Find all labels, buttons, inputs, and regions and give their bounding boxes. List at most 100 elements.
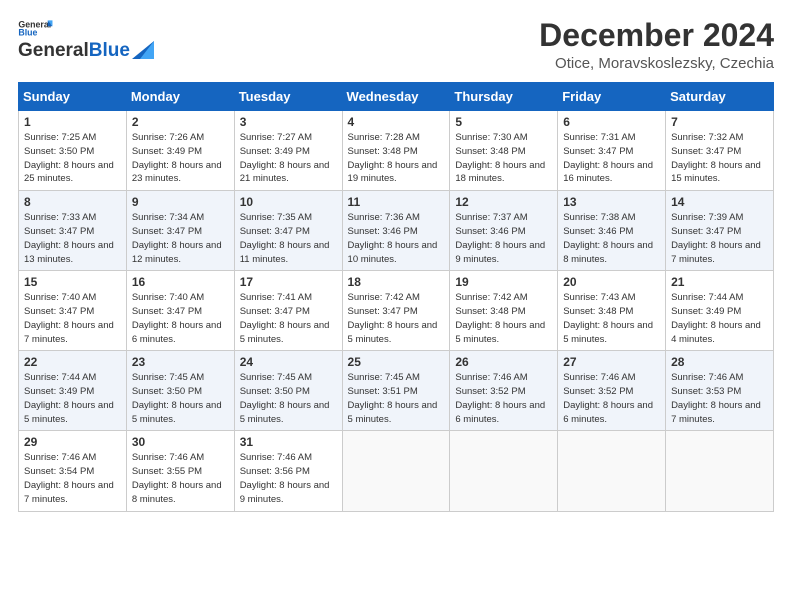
calendar-week-row: 29 Sunrise: 7:46 AMSunset: 3:54 PMDayligh… <box>19 431 774 511</box>
day-number: 26 <box>455 355 552 369</box>
cell-info: Sunrise: 7:44 AMSunset: 3:49 PMDaylight:… <box>671 291 768 346</box>
calendar-cell: 29 Sunrise: 7:46 AMSunset: 3:54 PMDayligh… <box>19 431 127 511</box>
day-number: 10 <box>240 195 337 209</box>
calendar-cell: 13 Sunrise: 7:38 AMSunset: 3:46 PMDayligh… <box>558 191 666 271</box>
calendar-week-row: 15 Sunrise: 7:40 AMSunset: 3:47 PMDayligh… <box>19 271 774 351</box>
calendar-cell: 30 Sunrise: 7:46 AMSunset: 3:55 PMDayligh… <box>126 431 234 511</box>
calendar-cell: 8 Sunrise: 7:33 AMSunset: 3:47 PMDaylight… <box>19 191 127 271</box>
calendar-cell: 7 Sunrise: 7:32 AMSunset: 3:47 PMDaylight… <box>666 111 774 191</box>
logo: General Blue General Blue <box>18 18 154 62</box>
cell-info: Sunrise: 7:43 AMSunset: 3:48 PMDaylight:… <box>563 291 660 346</box>
calendar-cell: 25Sunrise: 7:45 AMSunset: 3:51 PMDayligh… <box>342 351 450 431</box>
cell-info: Sunrise: 7:40 AMSunset: 3:47 PMDaylight:… <box>24 291 121 346</box>
calendar-cell: 28Sunrise: 7:46 AMSunset: 3:53 PMDayligh… <box>666 351 774 431</box>
cell-info: Sunrise: 7:30 AMSunset: 3:48 PMDaylight:… <box>455 131 552 186</box>
svg-text:Blue: Blue <box>18 28 37 38</box>
title-block: December 2024 Otice, Moravskoslezsky, Cz… <box>539 18 774 72</box>
cell-info: Sunrise: 7:42 AMSunset: 3:47 PMDaylight:… <box>348 291 445 346</box>
day-number: 31 <box>240 435 337 449</box>
calendar-cell: 3 Sunrise: 7:27 AMSunset: 3:49 PMDaylight… <box>234 111 342 191</box>
logo-blue: Blue <box>89 40 130 62</box>
calendar-cell: 1Sunrise: 7:25 AMSunset: 3:50 PMDaylight… <box>19 111 127 191</box>
day-number: 22 <box>24 355 121 369</box>
day-of-week-header: Wednesday <box>342 83 450 111</box>
cell-info: Sunrise: 7:32 AMSunset: 3:47 PMDaylight:… <box>671 131 768 186</box>
calendar-cell <box>666 431 774 511</box>
calendar-cell: 6 Sunrise: 7:31 AMSunset: 3:47 PMDaylight… <box>558 111 666 191</box>
day-number: 30 <box>132 435 229 449</box>
cell-info: Sunrise: 7:35 AMSunset: 3:47 PMDaylight:… <box>240 211 337 266</box>
day-of-week-header: Tuesday <box>234 83 342 111</box>
cell-info: Sunrise: 7:46 AMSunset: 3:54 PMDaylight:… <box>24 451 121 506</box>
calendar-cell: 23 Sunrise: 7:45 AMSunset: 3:50 PMDayligh… <box>126 351 234 431</box>
cell-info: Sunrise: 7:45 AMSunset: 3:50 PMDaylight:… <box>132 371 229 426</box>
day-number: 9 <box>132 195 229 209</box>
calendar-cell: 14 Sunrise: 7:39 AMSunset: 3:47 PMDayligh… <box>666 191 774 271</box>
day-of-week-header: Sunday <box>19 83 127 111</box>
day-number: 6 <box>563 115 660 129</box>
calendar-week-row: 22Sunrise: 7:44 AMSunset: 3:49 PMDayligh… <box>19 351 774 431</box>
day-number: 25 <box>348 355 445 369</box>
day-number: 13 <box>563 195 660 209</box>
day-number: 23 <box>132 355 229 369</box>
calendar-header-row: SundayMondayTuesdayWednesdayThursdayFrid… <box>19 83 774 111</box>
calendar-cell: 18 Sunrise: 7:42 AMSunset: 3:47 PMDayligh… <box>342 271 450 351</box>
day-number: 14 <box>671 195 768 209</box>
calendar-cell: 2Sunrise: 7:26 AMSunset: 3:49 PMDaylight… <box>126 111 234 191</box>
cell-info: Sunrise: 7:46 AMSunset: 3:55 PMDaylight:… <box>132 451 229 506</box>
cell-info: Sunrise: 7:46 AMSunset: 3:52 PMDaylight:… <box>455 371 552 426</box>
location: Otice, Moravskoslezsky, Czechia <box>539 55 774 72</box>
calendar-cell: 27 Sunrise: 7:46 AMSunset: 3:52 PMDayligh… <box>558 351 666 431</box>
day-number: 21 <box>671 275 768 289</box>
day-number: 8 <box>24 195 121 209</box>
day-number: 29 <box>24 435 121 449</box>
day-of-week-header: Thursday <box>450 83 558 111</box>
calendar: SundayMondayTuesdayWednesdayThursdayFrid… <box>18 82 774 511</box>
calendar-cell: 9Sunrise: 7:34 AMSunset: 3:47 PMDaylight… <box>126 191 234 271</box>
calendar-week-row: 1Sunrise: 7:25 AMSunset: 3:50 PMDaylight… <box>19 111 774 191</box>
day-of-week-header: Friday <box>558 83 666 111</box>
calendar-cell: 11 Sunrise: 7:36 AMSunset: 3:46 PMDayligh… <box>342 191 450 271</box>
cell-info: Sunrise: 7:39 AMSunset: 3:47 PMDaylight:… <box>671 211 768 266</box>
calendar-cell: 24 Sunrise: 7:45 AMSunset: 3:50 PMDayligh… <box>234 351 342 431</box>
day-number: 28 <box>671 355 768 369</box>
cell-info: Sunrise: 7:31 AMSunset: 3:47 PMDaylight:… <box>563 131 660 186</box>
calendar-cell <box>450 431 558 511</box>
calendar-cell: 16 Sunrise: 7:40 AMSunset: 3:47 PMDayligh… <box>126 271 234 351</box>
cell-info: Sunrise: 7:28 AMSunset: 3:48 PMDaylight:… <box>348 131 445 186</box>
cell-info: Sunrise: 7:37 AMSunset: 3:46 PMDaylight:… <box>455 211 552 266</box>
calendar-cell: 5 Sunrise: 7:30 AMSunset: 3:48 PMDaylight… <box>450 111 558 191</box>
calendar-cell <box>558 431 666 511</box>
day-number: 18 <box>348 275 445 289</box>
cell-info: Sunrise: 7:46 AMSunset: 3:52 PMDaylight:… <box>563 371 660 426</box>
logo-general: General <box>18 40 89 62</box>
day-number: 27 <box>563 355 660 369</box>
cell-info: Sunrise: 7:36 AMSunset: 3:46 PMDaylight:… <box>348 211 445 266</box>
cell-info: Sunrise: 7:40 AMSunset: 3:47 PMDaylight:… <box>132 291 229 346</box>
day-number: 15 <box>24 275 121 289</box>
day-number: 24 <box>240 355 337 369</box>
day-number: 17 <box>240 275 337 289</box>
cell-info: Sunrise: 7:46 AMSunset: 3:56 PMDaylight:… <box>240 451 337 506</box>
day-number: 4 <box>348 115 445 129</box>
calendar-cell: 4 Sunrise: 7:28 AMSunset: 3:48 PMDaylight… <box>342 111 450 191</box>
day-number: 7 <box>671 115 768 129</box>
day-number: 3 <box>240 115 337 129</box>
month-title: December 2024 <box>539 18 774 53</box>
cell-info: Sunrise: 7:38 AMSunset: 3:46 PMDaylight:… <box>563 211 660 266</box>
day-number: 19 <box>455 275 552 289</box>
day-number: 11 <box>348 195 445 209</box>
day-number: 5 <box>455 115 552 129</box>
cell-info: Sunrise: 7:33 AMSunset: 3:47 PMDaylight:… <box>24 211 121 266</box>
cell-info: Sunrise: 7:42 AMSunset: 3:48 PMDaylight:… <box>455 291 552 346</box>
calendar-cell: 12Sunrise: 7:37 AMSunset: 3:46 PMDayligh… <box>450 191 558 271</box>
cell-info: Sunrise: 7:41 AMSunset: 3:47 PMDaylight:… <box>240 291 337 346</box>
cell-info: Sunrise: 7:27 AMSunset: 3:49 PMDaylight:… <box>240 131 337 186</box>
calendar-cell <box>342 431 450 511</box>
day-number: 16 <box>132 275 229 289</box>
calendar-cell: 17 Sunrise: 7:41 AMSunset: 3:47 PMDayligh… <box>234 271 342 351</box>
day-number: 20 <box>563 275 660 289</box>
calendar-cell: 20 Sunrise: 7:43 AMSunset: 3:48 PMDayligh… <box>558 271 666 351</box>
cell-info: Sunrise: 7:45 AMSunset: 3:50 PMDaylight:… <box>240 371 337 426</box>
calendar-cell: 21 Sunrise: 7:44 AMSunset: 3:49 PMDayligh… <box>666 271 774 351</box>
